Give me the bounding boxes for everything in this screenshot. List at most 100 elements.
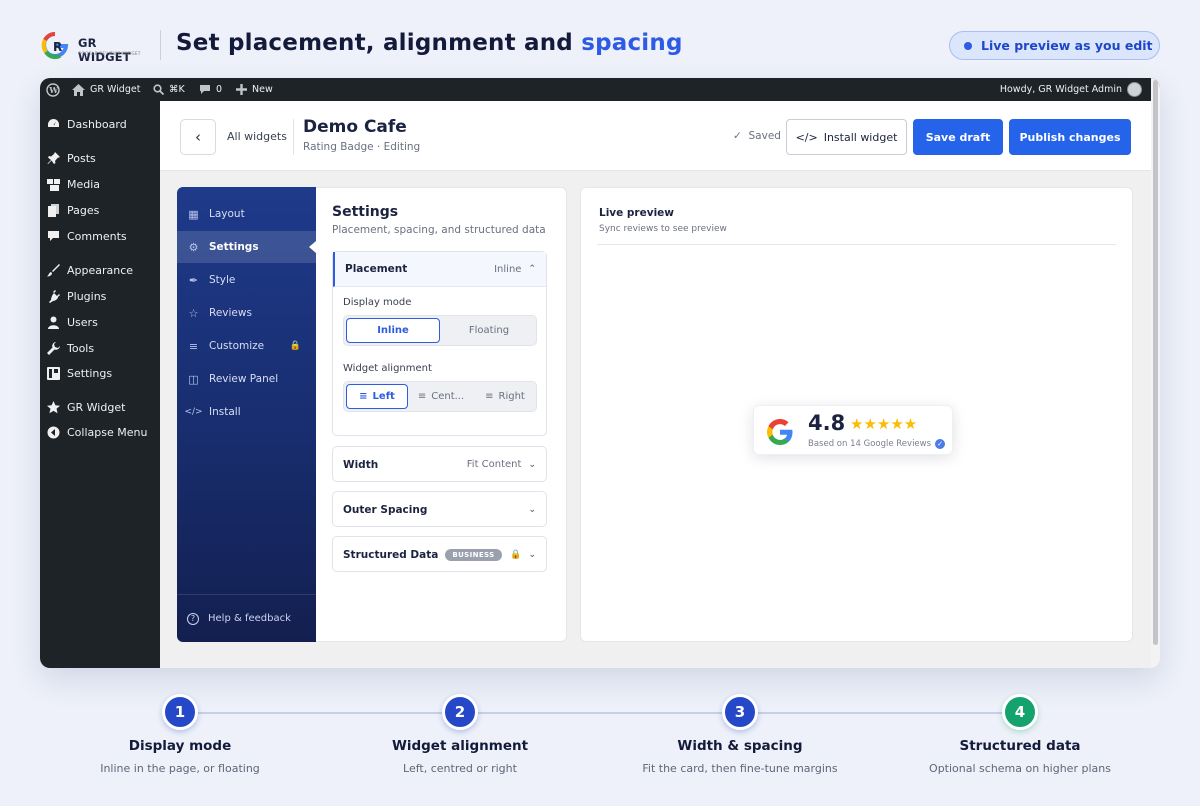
plus-icon [236,84,247,95]
step-1: 1 Display mode Inline in the page, or fl… [40,694,320,775]
nav-label: Style [209,274,236,286]
search-icon [153,84,164,95]
page-title-main: Set placement, alignment and [176,30,582,56]
menu-item-posts[interactable]: Posts [47,149,96,167]
brush-icon: ✒ [188,273,199,287]
menu-label: Collapse Menu [67,425,148,439]
step-title: Width & spacing [677,738,803,754]
rating-badge-widget[interactable]: 4.8 ★★★★★ Based on 14 Google Reviews ✓ [753,405,953,455]
widget-subtitle: Rating Badge · Editing [303,141,421,153]
menu-item-tools[interactable]: Tools [47,339,94,357]
lock-icon: 🔒 [289,341,301,351]
help-feedback-link[interactable]: ? Help & feedback [177,594,316,642]
menu-item-appearance[interactable]: Appearance [47,261,133,279]
command-search-button[interactable]: ⌘K [153,78,185,101]
align-left-option[interactable]: ≡ Left [346,384,408,409]
comment-count: 0 [216,84,223,95]
nav-item-install[interactable]: </> Install [184,402,313,422]
nav-label: Settings [209,241,259,253]
star-icon [47,400,60,414]
width-header[interactable]: Width Fit Content ⌄ [333,447,546,482]
save-draft-button[interactable]: Save draft [913,119,1003,155]
structured-data-header[interactable]: Structured Data BUSINESS 🔒 ⌄ [333,537,546,572]
nav-item-settings[interactable]: ⚙ Settings [177,231,316,263]
publish-changes-button[interactable]: Publish changes [1009,119,1131,155]
widget-alignment-label: Widget alignment [343,363,432,374]
step-2: 2 Widget alignment Left, centred or righ… [320,694,600,775]
install-widget-button[interactable]: </> Install widget [786,119,907,155]
width-value: Fit Content [466,459,522,470]
site-name-link[interactable]: GR Widget [72,78,140,101]
menu-item-plugins[interactable]: Plugins [47,287,106,305]
menu-item-settings[interactable]: Settings [47,364,112,382]
howdy-text: Howdy, GR Widget Admin [999,84,1122,95]
menu-item-comments[interactable]: Comments [47,227,127,245]
comments-link[interactable]: 0 [199,78,222,101]
chevron-down-icon: ⌄ [528,504,536,515]
user-icon [47,316,60,329]
step-title: Widget alignment [391,738,529,754]
menu-label: Posts [67,151,96,165]
check-icon: ✓ [733,130,742,142]
comment-icon [47,230,60,243]
wp-admin-menu: Dashboard Posts Media Pages Comments App… [40,101,160,668]
menu-item-users[interactable]: Users [47,313,98,331]
google-g-icon [767,419,793,445]
nav-item-customize[interactable]: ≡ Customize 🔒 [187,336,313,356]
back-button[interactable]: ‹ [180,119,216,155]
review-count: Based on 14 Google Reviews ✓ [808,439,946,449]
pin-icon [47,151,60,165]
display-mode-inline[interactable]: Inline [346,318,440,343]
nav-item-style[interactable]: ✒ Style [187,270,313,290]
sliders-icon: ≡ [188,339,199,353]
placement-header[interactable]: Placement Inline ⌃ [333,252,546,287]
live-preview-panel: Live preview Sync reviews to see preview… [580,187,1133,642]
page-title-accent: spacing [581,30,683,56]
step-description: Inline in the page, or floating [100,762,260,775]
page-title: Set placement, alignment and spacing [176,30,683,56]
display-mode-floating[interactable]: Floating [442,318,536,343]
chevron-left-icon: ‹ [195,128,201,146]
menu-label: GR Widget [67,400,126,414]
user-account-menu[interactable]: Howdy, GR Widget Admin [1000,78,1142,101]
outer-spacing-section[interactable]: Outer Spacing ⌄ [332,491,547,527]
structured-data-section[interactable]: Structured Data BUSINESS 🔒 ⌄ [332,536,547,572]
all-widgets-link[interactable]: All widgets [227,130,287,143]
step-3: 3 Width & spacing Fit the card, then fin… [600,694,880,775]
comment-bubble-icon [200,85,210,94]
nav-item-reviews[interactable]: ☆ Reviews [187,303,313,323]
wordpress-logo-button[interactable]: W [46,78,60,101]
gr-widget-logo: R GR WIDGET GOOGLE REVIEWS WIDGET [40,30,148,64]
scrollbar[interactable] [1151,78,1160,668]
plug-icon [47,289,60,303]
nav-item-review-panel[interactable]: ◫ Review Panel [187,369,313,389]
align-right-option[interactable]: ≡ Right [474,384,536,409]
outer-spacing-header[interactable]: Outer Spacing ⌄ [333,492,546,527]
align-right-label: Right [498,391,525,402]
width-section[interactable]: Width Fit Content ⌄ [332,446,547,482]
step-title: Display mode [128,738,232,754]
settings-title: Settings [332,204,399,220]
editor-toolbar: ‹ All widgets Demo Cafe Rating Badge · E… [160,101,1151,171]
wp-admin-screenshot: W GR Widget ⌘K 0 New Howdy, GR Widget Ad… [40,78,1160,668]
new-content-link[interactable]: New [236,78,273,101]
scrollbar-thumb[interactable] [1153,80,1158,645]
menu-label: Pages [67,203,100,217]
menu-item-dashboard[interactable]: Dashboard [47,115,127,133]
menu-item-pages[interactable]: Pages [47,201,99,219]
site-name: GR Widget [90,84,141,95]
settings-icon [47,366,60,380]
step-number: 4 [1002,694,1038,730]
menu-label: Settings [67,366,113,380]
menu-item-media[interactable]: Media [47,175,100,193]
align-center-option[interactable]: ≡ Cent... [410,384,472,409]
nav-item-layout[interactable]: ▦ Layout [187,204,313,224]
toolbar-divider [293,119,294,155]
align-right-icon: ≡ [485,391,494,402]
chevron-up-icon: ⌃ [528,264,536,274]
collapse-menu-button[interactable]: Collapse Menu [47,423,147,441]
code-icon: </> [795,130,818,144]
menu-item-gr-widget[interactable]: GR Widget [47,398,125,416]
preview-subtitle: Sync reviews to see preview [599,224,727,234]
install-widget-label: Install widget [823,130,898,144]
